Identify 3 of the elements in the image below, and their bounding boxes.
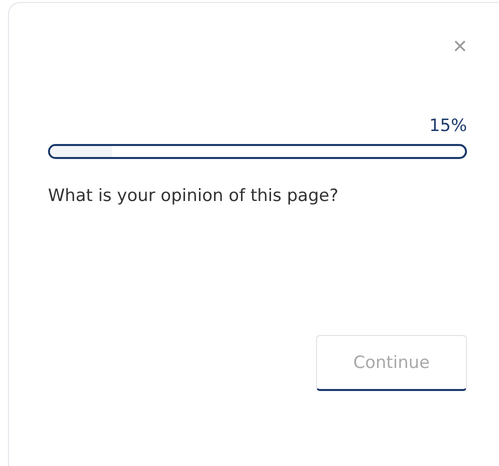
progress-percentage: 15% [429,116,467,136]
question-text: What is your opinion of this page? [48,186,340,206]
close-button[interactable]: × [452,35,467,59]
